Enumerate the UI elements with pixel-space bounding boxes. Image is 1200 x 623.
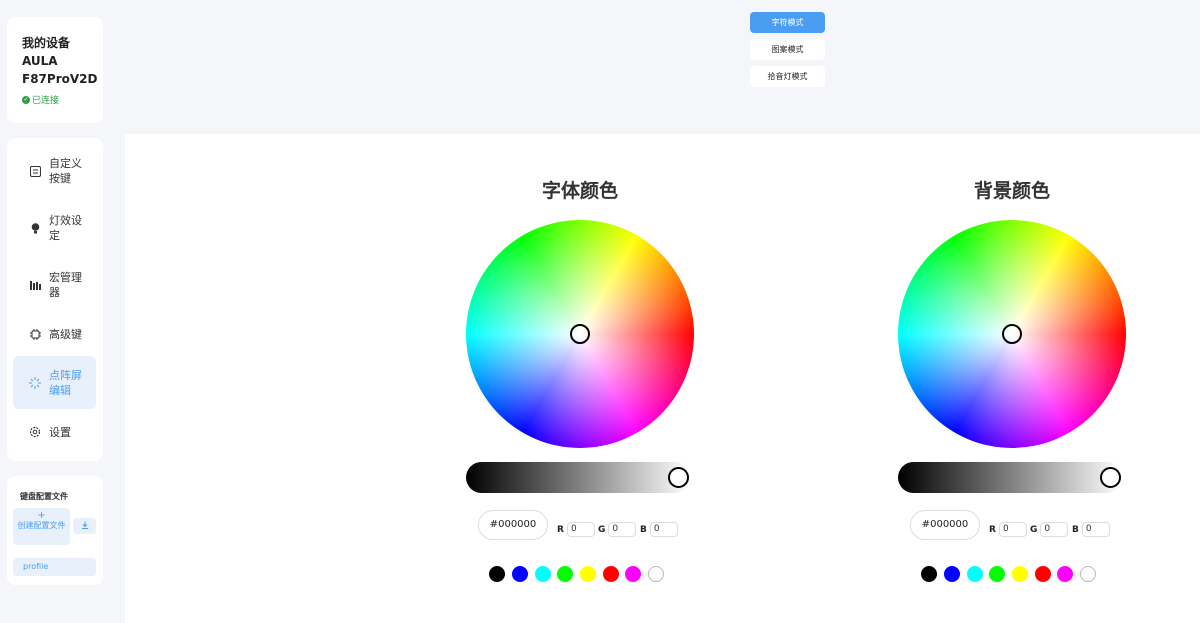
sidebar-item-label: 设置 [49,425,71,439]
swatch-white[interactable] [1080,566,1096,582]
swatch-cyan[interactable] [967,566,983,582]
sidebar-item-macros[interactable]: 宏管理器 [13,269,96,301]
swatch-cyan[interactable] [535,566,551,582]
import-profile-button[interactable] [73,518,96,534]
font-r-input[interactable]: 0 [566,522,595,537]
r-label: R [989,524,996,535]
font-b-input[interactable]: 0 [649,522,678,537]
sidebar-item-label: 灯效设定 [49,214,82,242]
sidebar-item-advanced-keys[interactable]: 高级键 [13,324,96,344]
profile-list-item[interactable]: profile [13,558,96,576]
g-label: G [1030,524,1038,535]
connection-status: ✓ 已连接 [22,93,103,106]
chip-icon [28,327,42,341]
font-g-field[interactable]: G 0 [598,522,637,537]
background-b-field[interactable]: B 0 [1072,522,1110,537]
font-hex-input[interactable]: #000000 [478,510,548,540]
swatch-magenta[interactable] [1057,566,1073,582]
background-brightness-handle[interactable] [1100,467,1121,488]
mode-pattern-button[interactable]: 图案模式 [750,39,825,60]
font-brightness-slider[interactable] [466,462,690,493]
device-heading: 我的设备 [22,36,71,50]
font-g-input[interactable]: 0 [608,522,637,537]
keyboard-icon [28,164,42,178]
background-g-input[interactable]: 0 [1040,522,1069,537]
sidebar-item-lighting[interactable]: 灯效设定 [13,212,96,244]
download-icon [81,521,89,532]
sidebar-item-label: 高级键 [49,327,82,341]
background-r-field[interactable]: R 0 [989,522,1027,537]
main-panel: 字体颜色 #000000 R 0 G 0 B 0 背景颜色 #000000 R … [125,134,1200,623]
background-color-title: 背景颜色 [973,180,1050,202]
mode-character-button[interactable]: 字符模式 [750,12,825,33]
font-color-wheel[interactable] [466,220,694,448]
background-color-wheel-handle[interactable] [1002,324,1022,344]
bulb-icon [28,221,42,235]
create-profile-button[interactable]: + 创建配置文件 [13,508,70,545]
sparkle-icon [28,376,42,390]
swatch-blue[interactable] [944,566,960,582]
background-brightness-slider[interactable] [898,462,1122,493]
sidebar-item-custom-keys[interactable]: 自定义按键 [13,155,96,187]
gear-icon [28,425,42,439]
swatch-black[interactable] [921,566,937,582]
swatch-red[interactable] [1035,566,1051,582]
plus-icon: + [37,510,46,521]
font-b-field[interactable]: B 0 [640,522,678,537]
swatch-black[interactable] [489,566,505,582]
sidebar-item-label: 点阵屏编辑 [49,368,82,397]
check-circle-icon: ✓ [22,95,30,104]
font-r-field[interactable]: R 0 [557,522,595,537]
swatch-yellow[interactable] [1012,566,1028,582]
sidebar-item-label: 宏管理器 [49,271,82,299]
background-g-field[interactable]: G 0 [1030,522,1069,537]
g-label: G [598,524,606,535]
b-label: B [1072,524,1079,535]
swatch-blue[interactable] [512,566,528,582]
sidebar-item-label: 自定义按键 [49,157,82,185]
create-profile-label: 创建配置文件 [17,521,66,530]
device-model-name: F87ProV2D [22,72,98,86]
sidebar-item-settings[interactable]: 设置 [13,422,96,442]
font-brightness-handle[interactable] [668,467,689,488]
macro-icon [28,278,42,292]
r-label: R [557,524,564,535]
swatch-magenta[interactable] [625,566,641,582]
swatch-green[interactable] [557,566,573,582]
swatch-white[interactable] [648,566,664,582]
background-b-input[interactable]: 0 [1081,522,1110,537]
device-card: 我的设备 AULA F87ProV2D ✓ 已连接 [7,17,103,123]
background-r-input[interactable]: 0 [998,522,1027,537]
profile-panel: 键盘配置文件 + 创建配置文件 profile [7,476,103,585]
background-color-wheel[interactable] [898,220,1126,448]
b-label: B [640,524,647,535]
background-color-picker: 背景颜色 #000000 R 0 G 0 B 0 [898,134,1138,623]
connection-status-label: 已连接 [32,96,60,106]
font-color-picker: 字体颜色 #000000 R 0 G 0 B 0 [466,134,706,623]
profile-panel-title: 键盘配置文件 [20,492,68,501]
background-hex-input[interactable]: #000000 [910,510,980,540]
mode-audio-light-button[interactable]: 拾音灯模式 [750,66,825,87]
device-model-brand: AULA [22,54,58,68]
font-color-title: 字体颜色 [541,180,618,202]
swatch-green[interactable] [989,566,1005,582]
font-color-wheel-handle[interactable] [570,324,590,344]
swatch-yellow[interactable] [580,566,596,582]
sidebar-nav: 自定义按键 灯效设定 宏管理器 高级键 点阵屏编辑 设置 [7,138,103,461]
swatch-red[interactable] [603,566,619,582]
sidebar-item-matrix-editor[interactable]: 点阵屏编辑 [13,356,96,409]
